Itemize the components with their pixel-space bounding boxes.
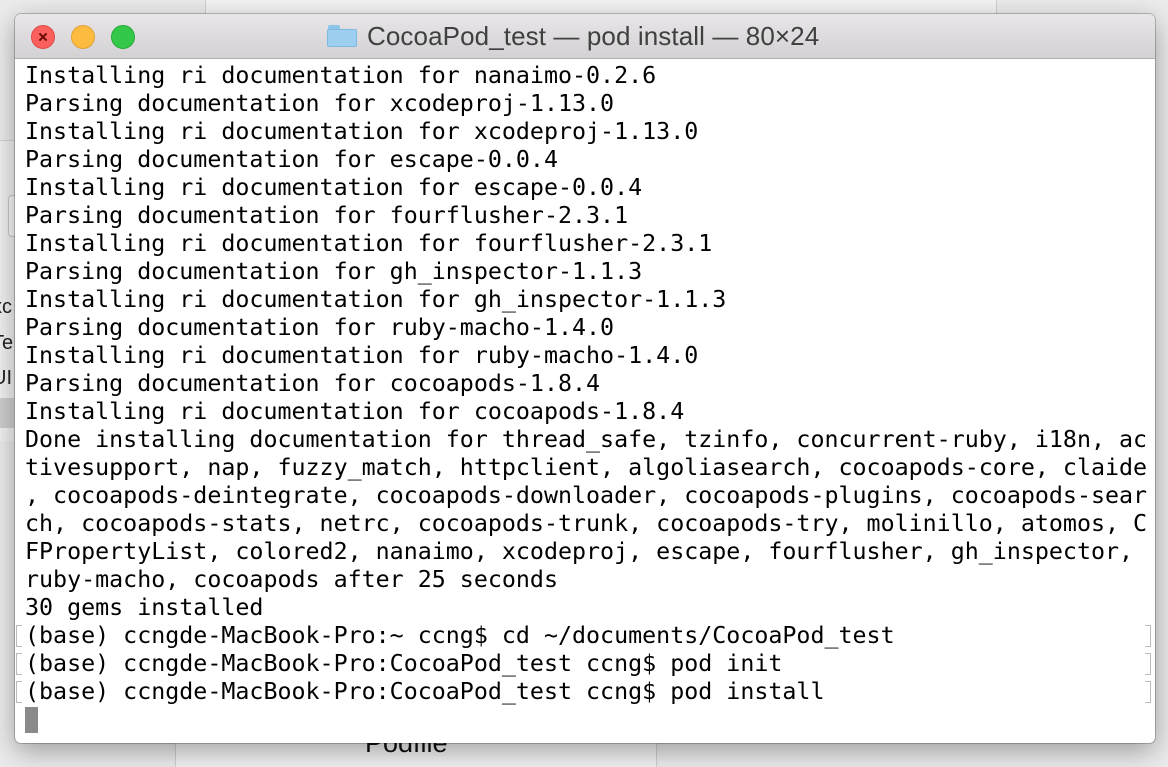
- output-line: Installing ri documentation for nanaimo-…: [25, 62, 657, 89]
- output-line: Parsing documentation for escape-0.0.4: [25, 146, 558, 173]
- prompt-mark-right: [1145, 653, 1151, 675]
- prompt-mark-right: [1145, 625, 1151, 647]
- background-selection: [0, 398, 14, 428]
- terminal-window[interactable]: CocoaPod_test — pod install — 80×24 Inst…: [15, 14, 1155, 743]
- output-line: Installing ri documentation for cocoapod…: [25, 398, 685, 425]
- output-line: Installing ri documentation for fourflus…: [25, 230, 713, 257]
- prompt-line: (base) ccngde-MacBook-Pro:CocoaPod_test …: [25, 678, 825, 705]
- folder-icon: [327, 25, 357, 47]
- window-title-text: CocoaPod_test — pod install — 80×24: [367, 20, 820, 51]
- background-panel-top: [205, 0, 997, 14]
- prompt-line: (base) ccngde-MacBook-Pro:CocoaPod_test …: [25, 650, 783, 677]
- terminal-cursor: [25, 707, 38, 733]
- output-line: Parsing documentation for ruby-macho-1.4…: [25, 314, 615, 341]
- window-title: CocoaPod_test — pod install — 80×24: [327, 20, 820, 51]
- close-icon: [39, 33, 47, 41]
- output-line: ch, cocoapods-stats, netrc, cocoapods-tr…: [25, 510, 1148, 537]
- output-line: Parsing documentation for cocoapods-1.8.…: [25, 370, 601, 397]
- output-line: Installing ri documentation for escape-0…: [25, 174, 643, 201]
- output-line: 30 gems installed: [25, 594, 264, 621]
- output-line: Parsing documentation for gh_inspector-1…: [25, 258, 643, 285]
- prompt-mark-left: [16, 653, 22, 675]
- background-text-fragment: UI: [0, 367, 12, 389]
- zoom-button[interactable]: [111, 25, 135, 49]
- minimize-button[interactable]: [71, 25, 95, 49]
- prompt-mark-left: [16, 681, 22, 703]
- prompt-mark-right: [1145, 681, 1151, 703]
- background-text-fragment: Te: [0, 332, 14, 354]
- close-button[interactable]: [31, 25, 55, 49]
- background-text-fragment: xc: [0, 296, 12, 318]
- output-line: ruby-macho, cocoapods after 25 seconds: [25, 566, 558, 593]
- output-line: Parsing documentation for fourflusher-2.…: [25, 202, 629, 229]
- output-line: Installing ri documentation for xcodepro…: [25, 118, 699, 145]
- output-line: , cocoapods-deintegrate, cocoapods-downl…: [25, 482, 1148, 509]
- output-line: FPropertyList, colored2, nanaimo, xcodep…: [25, 538, 1134, 565]
- background-sidebar-strip: [0, 140, 14, 441]
- output-line: Installing ri documentation for gh_inspe…: [25, 286, 727, 313]
- prompt-mark-left: [16, 625, 22, 647]
- output-line: Parsing documentation for xcodeproj-1.13…: [25, 90, 615, 117]
- terminal-output[interactable]: Installing ri documentation for nanaimo-…: [15, 59, 1155, 743]
- prompt-line: (base) ccngde-MacBook-Pro:~ ccng$ cd ~/d…: [25, 622, 895, 649]
- output-line: Done installing documentation for thread…: [25, 426, 1148, 453]
- output-line: Installing ri documentation for ruby-mac…: [25, 342, 699, 369]
- output-line: tivesupport, nap, fuzzy_match, httpclien…: [25, 454, 1148, 481]
- title-bar[interactable]: CocoaPod_test — pod install — 80×24: [15, 14, 1155, 59]
